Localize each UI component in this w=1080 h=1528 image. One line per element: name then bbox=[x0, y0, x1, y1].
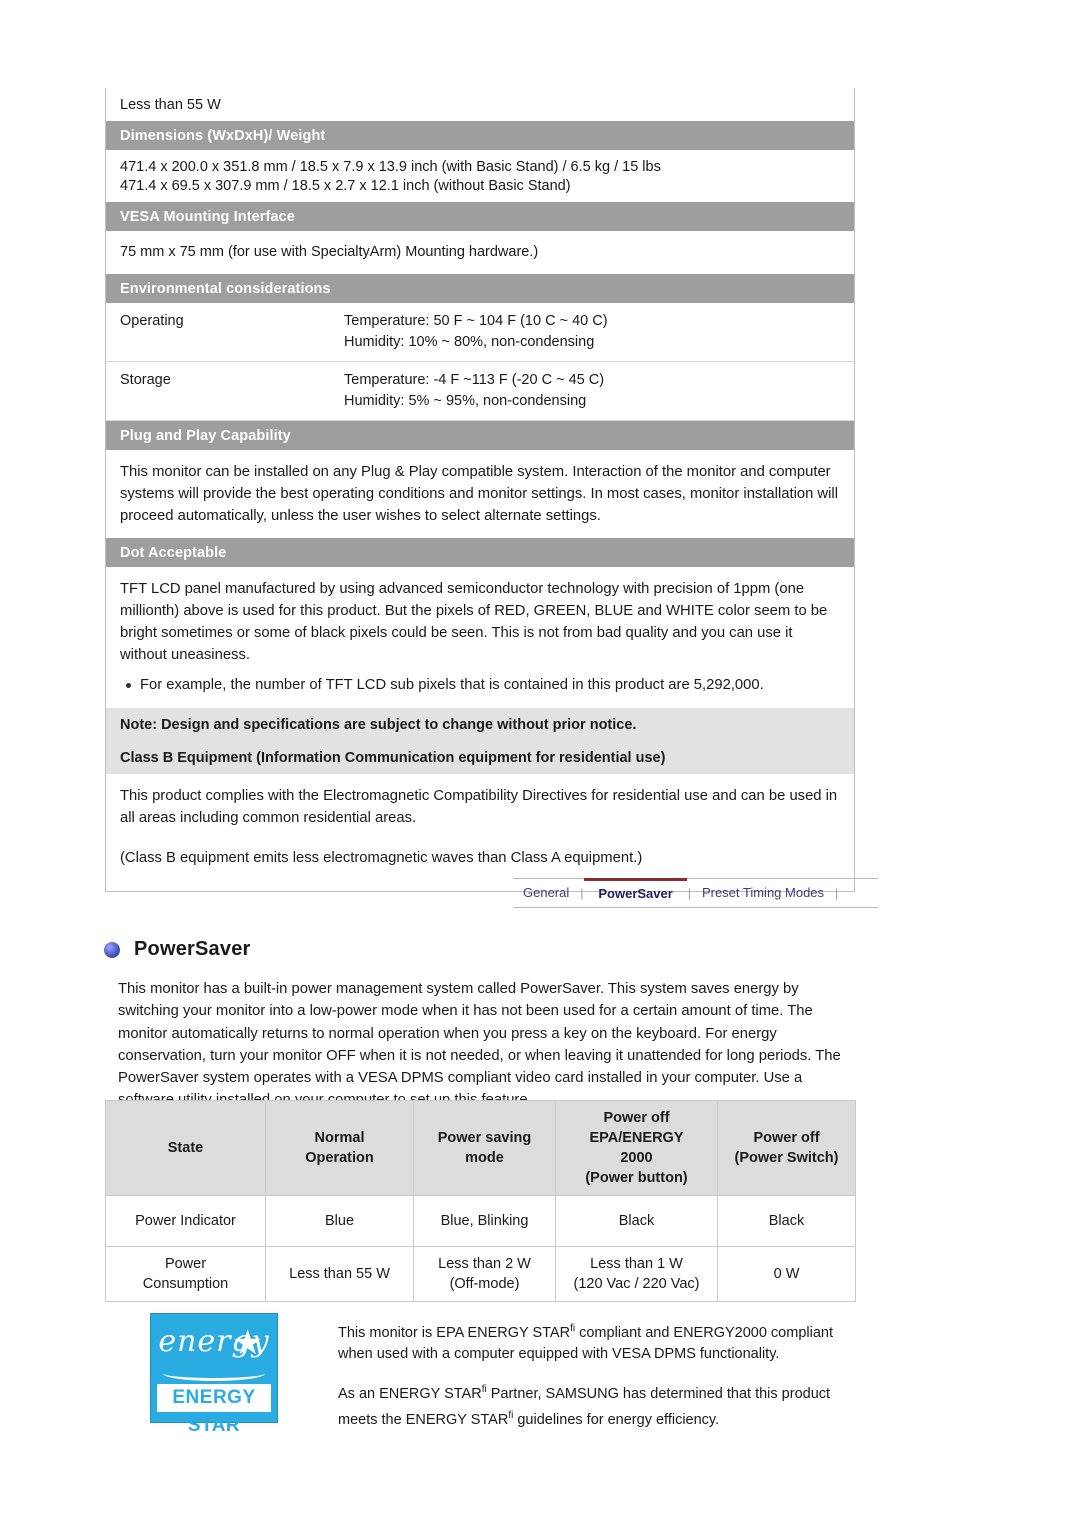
row-label-line-1: Power bbox=[164, 1256, 207, 1272]
tab-preset-timing-modes[interactable]: Preset Timing Modes bbox=[692, 879, 834, 907]
bullet-sphere-icon bbox=[104, 941, 120, 958]
header-epa-line-3: 2000 bbox=[620, 1150, 653, 1166]
cell-text: Black bbox=[618, 1213, 655, 1229]
header-epa-line-2: EPA/ENERGY bbox=[589, 1130, 684, 1146]
dot-acceptable-bullet-text: For example, the number of TFT LCD sub p… bbox=[140, 677, 764, 693]
energy-star-logo-bar: ENERGY STAR bbox=[157, 1384, 271, 1436]
class-b-text-1: This product complies with the Electroma… bbox=[120, 788, 838, 826]
header-state: State bbox=[105, 1100, 266, 1196]
environmental-operating-label: Operating bbox=[120, 313, 184, 329]
tab-general[interactable]: General bbox=[513, 879, 579, 907]
header-epa-line-4: (Power button) bbox=[585, 1170, 688, 1186]
logo-swoosh-decoration bbox=[163, 1366, 265, 1381]
cell-indicator-switch: Black bbox=[717, 1195, 856, 1247]
table-header-row: State Normal Operation Power saving mode… bbox=[105, 1100, 856, 1196]
table-row: Operating Temperature: 50 F ~ 104 F (10 … bbox=[106, 303, 854, 362]
star-icon: ★ bbox=[232, 1324, 263, 1362]
header-normal-line-2: Operation bbox=[305, 1150, 374, 1166]
dimensions-line-2: 471.4 x 69.5 x 307.9 mm / 18.5 x 2.7 x 1… bbox=[120, 178, 571, 194]
dot-acceptable-text: TFT LCD panel manufactured by using adva… bbox=[120, 581, 828, 663]
tab-powersaver[interactable]: PowerSaver bbox=[584, 877, 687, 907]
environmental-storage-label: Storage bbox=[120, 372, 171, 388]
cell-text: 0 W bbox=[773, 1266, 800, 1282]
plug-and-play-header: Plug and Play Capability bbox=[106, 421, 854, 450]
specifications-table: Less than 55 W Dimensions (WxDxH)/ Weigh… bbox=[105, 88, 855, 892]
tab-separator: | bbox=[835, 886, 839, 900]
class-b-header: Class B Equipment (Information Communica… bbox=[106, 741, 854, 774]
es-p2-a: As an ENERGY STAR bbox=[338, 1385, 482, 1402]
cell-indicator-saving: Blue, Blinking bbox=[413, 1195, 556, 1247]
cell-text: Less than 1 W bbox=[590, 1256, 683, 1272]
cell-indicator-normal: Blue bbox=[265, 1195, 414, 1247]
header-epa-line-1: Power off bbox=[603, 1110, 670, 1126]
page-title: PowerSaver bbox=[104, 938, 251, 961]
row-label-power-indicator: Power Indicator bbox=[105, 1195, 266, 1247]
energy-star-paragraph-1: This monitor is EPA ENERGY STARfi compli… bbox=[338, 1318, 868, 1365]
powersaver-description: This monitor has a built-in power manage… bbox=[118, 981, 841, 1108]
plug-and-play-text: This monitor can be installed on any Plu… bbox=[120, 464, 838, 524]
header-switch-line-1: Power off bbox=[753, 1130, 820, 1146]
powersaver-title: PowerSaver bbox=[134, 938, 251, 960]
header-saving-line-1: Power saving bbox=[437, 1130, 532, 1146]
cell-subtext: (120 Vac / 220 Vac) bbox=[573, 1276, 700, 1292]
environmental-header: Environmental considerations bbox=[106, 274, 854, 303]
header-normal-operation: Normal Operation bbox=[265, 1100, 414, 1196]
es-p1-a: This monitor is EPA ENERGY STAR bbox=[338, 1324, 571, 1341]
cell-text: Blue bbox=[324, 1213, 355, 1229]
storage-humidity: Humidity: 5% ~ 95%, non-condensing bbox=[344, 393, 587, 409]
environmental-operating-value: Temperature: 50 F ~ 104 F (10 C ~ 40 C) … bbox=[334, 303, 854, 361]
cell-indicator-epa: Black bbox=[555, 1195, 718, 1247]
vesa-header: VESA Mounting Interface bbox=[106, 202, 854, 231]
row-label-line-1: Power Indicator bbox=[135, 1213, 236, 1229]
table-row: Power Consumption Less than 55 W Less th… bbox=[105, 1246, 856, 1302]
cell-text: Less than 2 W bbox=[438, 1256, 531, 1272]
header-normal-line-1: Normal bbox=[314, 1130, 365, 1146]
energy-star-logo-icon: energy ★ ENERGY STAR bbox=[150, 1313, 278, 1436]
header-power-saving-mode: Power saving mode bbox=[413, 1100, 556, 1196]
powersaver-table: State Normal Operation Power saving mode… bbox=[105, 1100, 856, 1302]
document-page: Less than 55 W Dimensions (WxDxH)/ Weigh… bbox=[0, 0, 1080, 1528]
header-state-line-1: State bbox=[167, 1140, 204, 1156]
design-note-header: Note: Design and specifications are subj… bbox=[106, 708, 854, 741]
cell-text: Black bbox=[768, 1213, 805, 1229]
energy-star-description: This monitor is EPA ENERGY STARfi compli… bbox=[338, 1318, 868, 1430]
header-power-off-switch: Power off (Power Switch) bbox=[717, 1100, 856, 1196]
cell-consumption-saving: Less than 2 W (Off-mode) bbox=[413, 1246, 556, 1302]
cell-subtext: (Off-mode) bbox=[449, 1276, 520, 1292]
operating-humidity: Humidity: 10% ~ 80%, non-condensing bbox=[344, 334, 595, 350]
table-row: Power Indicator Blue Blue, Blinking Blac… bbox=[105, 1195, 856, 1247]
bullet-dot-icon bbox=[126, 683, 131, 688]
dot-acceptable-header: Dot Acceptable bbox=[106, 538, 854, 567]
row-label-power-consumption: Power Consumption bbox=[105, 1246, 266, 1302]
dimensions-header: Dimensions (WxDxH)/ Weight bbox=[106, 121, 854, 150]
row-label-line-2: Consumption bbox=[142, 1276, 229, 1292]
header-switch-line-2: (Power Switch) bbox=[734, 1150, 839, 1166]
cell-consumption-switch: 0 W bbox=[717, 1246, 856, 1302]
table-row: Storage Temperature: -4 F ~113 F (-20 C … bbox=[106, 362, 854, 421]
section-tabs: General | PowerSaver | Preset Timing Mod… bbox=[513, 877, 878, 908]
energy-star-paragraph-2: As an ENERGY STARfi Partner, SAMSUNG has… bbox=[338, 1379, 868, 1431]
cell-text: Less than 55 W bbox=[289, 1266, 390, 1282]
storage-temperature: Temperature: -4 F ~113 F (-20 C ~ 45 C) bbox=[344, 372, 605, 388]
dot-acceptable-bullet-item: For example, the number of TFT LCD sub p… bbox=[106, 672, 854, 708]
es-p2-c: guidelines for energy efficiency. bbox=[513, 1411, 720, 1428]
power-consumption-value: Less than 55 W bbox=[120, 97, 221, 113]
cell-consumption-epa: Less than 1 W (120 Vac / 220 Vac) bbox=[555, 1246, 718, 1302]
cell-consumption-normal: Less than 55 W bbox=[265, 1246, 414, 1302]
environmental-storage-value: Temperature: -4 F ~113 F (-20 C ~ 45 C) … bbox=[334, 362, 854, 420]
header-power-off-epa: Power off EPA/ENERGY 2000 (Power button) bbox=[555, 1100, 718, 1196]
dimensions-values: 471.4 x 200.0 x 351.8 mm / 18.5 x 7.9 x … bbox=[106, 150, 854, 202]
vesa-value: 75 mm x 75 mm (for use with SpecialtyArm… bbox=[120, 244, 539, 260]
operating-temperature: Temperature: 50 F ~ 104 F (10 C ~ 40 C) bbox=[344, 313, 608, 329]
dimensions-line-1: 471.4 x 200.0 x 351.8 mm / 18.5 x 7.9 x … bbox=[120, 159, 661, 175]
header-saving-line-2: mode bbox=[465, 1150, 504, 1166]
cell-text: Blue, Blinking bbox=[440, 1213, 529, 1229]
